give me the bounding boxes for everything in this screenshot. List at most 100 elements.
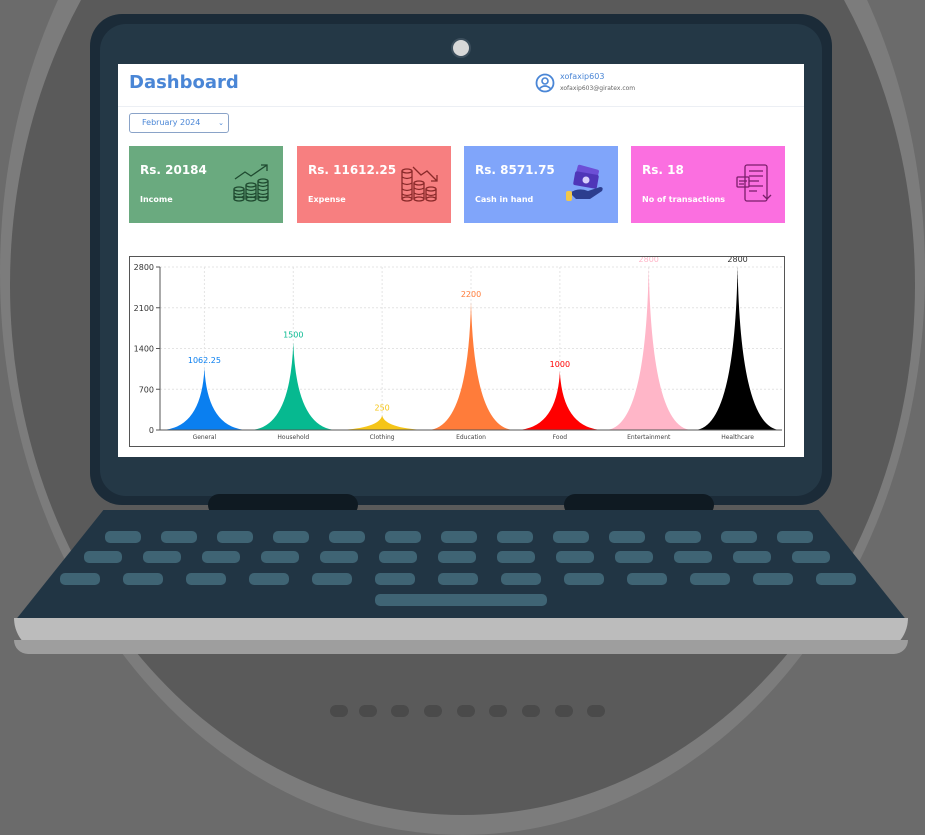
area-peak-food	[517, 371, 603, 430]
laptop-foot	[489, 705, 507, 717]
keyboard-key	[105, 531, 141, 543]
keyboard-key	[60, 573, 100, 585]
laptop-foot	[330, 705, 348, 717]
month-select-value: February 2024	[142, 118, 201, 127]
spacebar-key	[375, 594, 547, 606]
keyboard-key	[217, 531, 253, 543]
top-header: Dashboard xofaxip603 xofaxip603@giratex.…	[118, 64, 804, 107]
keyboard-key	[792, 551, 830, 563]
keyboard-key	[379, 551, 417, 563]
area-peak-household	[250, 342, 336, 430]
keyboard-key	[438, 551, 476, 563]
keyboard-key	[674, 551, 712, 563]
keyboard-key	[273, 531, 309, 543]
data-label: 2200	[461, 290, 481, 299]
keyboard-key	[385, 531, 421, 543]
page-title: Dashboard	[129, 72, 239, 93]
growth-coins-icon	[233, 164, 269, 202]
y-tick-label: 700	[139, 385, 154, 394]
cash-in-hand-label: Cash in hand	[475, 195, 534, 204]
receipt-icon	[736, 164, 772, 202]
decline-coins-icon	[401, 166, 438, 202]
keyboard-key	[627, 573, 667, 585]
laptop-front-shade	[14, 640, 908, 654]
keyboard-key	[553, 531, 589, 543]
y-tick-label: 1400	[134, 345, 154, 354]
area-peak-general	[161, 368, 248, 430]
keyboard-key	[777, 531, 813, 543]
cash-hand-icon	[566, 164, 603, 201]
cash-in-hand-card: Rs. 8571.75 Cash in hand	[464, 146, 618, 223]
keyboard-key	[721, 531, 757, 543]
transactions-amount: Rs. 18	[642, 163, 684, 177]
income-card: Rs. 20184 Income	[129, 146, 283, 223]
keyboard-key	[84, 551, 122, 563]
income-amount: Rs. 20184	[140, 163, 207, 177]
income-label: Income	[140, 195, 173, 204]
keyboard-key	[501, 573, 541, 585]
dashboard-screen: Dashboard xofaxip603 xofaxip603@giratex.…	[118, 64, 804, 457]
y-tick-label: 0	[149, 426, 154, 435]
keyboard-key	[441, 531, 477, 543]
keyboard-key	[816, 573, 856, 585]
keyboard-key	[312, 573, 352, 585]
laptop-foot	[587, 705, 605, 717]
x-tick-label: Entertainment	[627, 434, 671, 441]
keyboard-key	[123, 573, 163, 585]
keyboard-key	[329, 531, 365, 543]
keyboard-key	[438, 573, 478, 585]
expense-label: Expense	[308, 195, 346, 204]
user-avatar-icon[interactable]	[535, 73, 555, 93]
data-label: 2800	[639, 257, 659, 264]
area-peak-entertainment	[606, 267, 692, 430]
data-label: 250	[375, 403, 390, 412]
keyboard-key	[202, 551, 240, 563]
keyboard-key	[556, 551, 594, 563]
keyboard-key	[564, 573, 604, 585]
expense-card: Rs. 11612.25 Expense	[297, 146, 451, 223]
x-tick-label: Healthcare	[721, 434, 754, 441]
transactions-label: No of transactions	[642, 195, 726, 204]
data-label: 2800	[727, 257, 747, 264]
laptop-foot	[424, 705, 442, 717]
laptop-foot	[522, 705, 540, 717]
keyboard-key	[249, 573, 289, 585]
keyboard-key	[161, 531, 197, 543]
user-email: xofaxip603@giratex.com	[560, 85, 636, 92]
keyboard-key	[753, 573, 793, 585]
keyboard-key	[497, 551, 535, 563]
area-peak-education	[428, 301, 514, 430]
expense-amount: Rs. 11612.25	[308, 163, 397, 177]
y-tick-label: 2100	[134, 304, 154, 313]
laptop-foot	[555, 705, 573, 717]
x-tick-label: Education	[456, 434, 486, 441]
x-tick-label: Food	[553, 434, 568, 441]
keyboard-key	[261, 551, 299, 563]
month-select[interactable]: February 2024 ⌄	[129, 113, 229, 133]
data-label: 1500	[283, 331, 303, 340]
webcam-icon	[451, 38, 471, 58]
keyboard-key	[665, 531, 701, 543]
transactions-card: Rs. 18 No of transactions	[631, 146, 785, 223]
keyboard-key	[609, 531, 645, 543]
keyboard-key	[497, 531, 533, 543]
data-label: 1000	[550, 360, 570, 369]
data-label: 1062.25	[188, 356, 221, 365]
keyboard-key	[375, 573, 415, 585]
laptop-foot	[457, 705, 475, 717]
chart-canvas: 0 700 1400 2100 2800 1062.25 General 1500 Househ…	[134, 255, 782, 441]
chevron-down-icon: ⌄	[218, 119, 224, 127]
area-peak-healthcare	[694, 267, 781, 430]
cash-in-hand-amount: Rs. 8571.75	[475, 163, 555, 177]
user-name[interactable]: xofaxip603	[560, 72, 604, 81]
x-tick-label: General	[193, 434, 217, 441]
y-tick-label: 2800	[134, 263, 154, 272]
keyboard-key	[733, 551, 771, 563]
laptop-foot	[359, 705, 377, 717]
x-tick-label: Household	[277, 434, 309, 441]
x-tick-label: Clothing	[370, 434, 395, 441]
keyboard-key	[690, 573, 730, 585]
keyboard-key	[320, 551, 358, 563]
category-expense-chart: 0 700 1400 2100 2800 1062.25 General 1500 Househ…	[129, 255, 785, 447]
keyboard-key	[186, 573, 226, 585]
